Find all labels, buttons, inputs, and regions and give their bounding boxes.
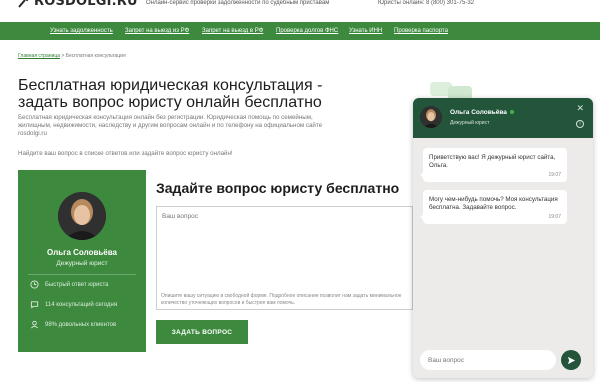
chat-widget: Ольга Соловьёва Дежурный юрист ✕ i Приве… [413, 98, 593, 378]
lawyer-name: Ольга Соловьёва [47, 248, 117, 257]
chat-agent-name: Ольга Соловьёва [450, 109, 514, 116]
feature-label: 98% довольных клиентов [45, 321, 117, 328]
breadcrumb: Главная страница > Бесплатная консультац… [18, 53, 126, 59]
chat-header: Ольга Соловьёва Дежурный юрист ✕ i [413, 98, 593, 138]
chat-agent-name-text: Ольга Соловьёва [450, 109, 507, 116]
form-title: Задайте вопрос юристу бесплатно [156, 180, 400, 196]
logo-text: ROSDOLGI.RU [34, 0, 138, 9]
page-hint: Найдите ваш вопрос в списке ответов или … [18, 150, 233, 157]
nav-item-debt[interactable]: Узнать задолженность [50, 28, 113, 34]
chat-message-text: Могу чем-нибудь помочь? Моя консультация… [429, 196, 558, 211]
lawyer-card: Ольга Соловьёва Дежурный юрист Быстрый о… [18, 170, 146, 352]
top-bar: ROSDOLGI.RU Онлайн-сервис проверки задол… [0, 0, 600, 20]
nav-item-entry-ban[interactable]: Запрет на выезд в РФ [202, 28, 263, 34]
feature-fast-answer: Быстрый ответ юриста [30, 280, 109, 289]
online-status-icon [509, 110, 514, 115]
info-icon[interactable]: i [576, 120, 584, 128]
chat-message-input[interactable] [420, 350, 556, 370]
nav-item-fns[interactable]: Проверка долгов ФНС [276, 28, 338, 34]
textarea-placeholder: Ваш вопрос [162, 213, 198, 220]
lawyer-avatar [58, 192, 106, 240]
breadcrumb-separator: > [61, 53, 65, 59]
card-divider [28, 274, 136, 275]
chat-input-row [413, 342, 593, 378]
feature-label: 114 консультаций сегодня [45, 301, 118, 308]
chat-agent-avatar [420, 106, 442, 128]
header-phone[interactable]: Юристы онлайн: 8 (800) 301-75-32 [378, 0, 474, 6]
hammer-icon [18, 0, 30, 9]
send-button[interactable] [561, 350, 581, 370]
main-nav: Узнать задолженность Запрет на выезд из … [0, 22, 600, 40]
chat-message-time: 19:07 [548, 172, 561, 178]
nav-item-passport[interactable]: Проверка паспорта [394, 28, 448, 34]
close-icon[interactable]: ✕ [576, 103, 584, 114]
header-tagline: Онлайн-сервис проверки задолженности по … [146, 0, 330, 6]
clock-icon [30, 280, 39, 289]
chat-icon [30, 301, 39, 309]
question-textarea[interactable]: Ваш вопрос Опишите вашу ситуацию в свобо… [156, 206, 413, 310]
breadcrumb-current: Бесплатная консультация [65, 53, 126, 59]
feature-consultations: 114 консультаций сегодня [30, 300, 117, 309]
chat-message: Могу чем-нибудь помочь? Моя консультация… [420, 190, 567, 224]
chat-agent-role: Дежурный юрист [450, 120, 490, 126]
page-title: Бесплатная юридическая консультация - за… [18, 77, 323, 111]
chat-message-text: Приветствую вас! Я дежурный юрист сайта,… [429, 154, 556, 169]
nav-item-inn[interactable]: Узнать ИНН [349, 28, 382, 34]
chat-message-time: 19:07 [548, 214, 561, 220]
send-icon [567, 356, 575, 364]
feature-label: Быстрый ответ юриста [45, 281, 109, 288]
chat-message: Приветствую вас! Я дежурный юрист сайта,… [420, 148, 567, 182]
breadcrumb-home[interactable]: Главная страница [18, 53, 60, 59]
user-icon [31, 320, 38, 329]
lawyer-role: Дежурный юрист [56, 260, 108, 267]
page-description: Бесплатная юридическая консультация онла… [18, 114, 323, 137]
feature-satisfied: 98% довольных клиентов [30, 320, 116, 329]
nav-item-exit-ban[interactable]: Запрет на выезд из РФ [125, 28, 189, 34]
textarea-help: Опишите вашу ситуацию в свободной форме.… [161, 293, 402, 306]
ask-question-button[interactable]: ЗАДАТЬ ВОПРОС [156, 320, 248, 344]
site-logo[interactable]: ROSDOLGI.RU [18, 0, 138, 9]
